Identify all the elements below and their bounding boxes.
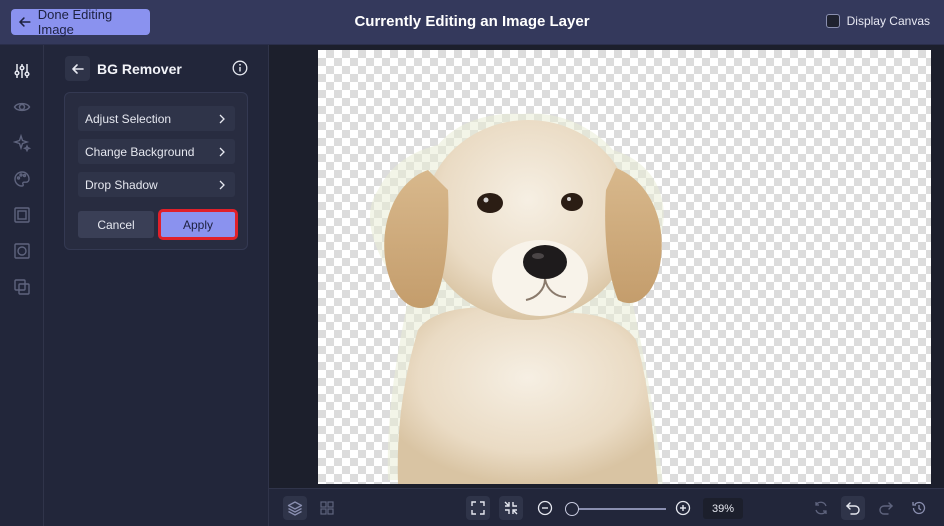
zoom-in-icon: [675, 500, 691, 516]
shrink-button[interactable]: [499, 496, 523, 520]
bg-remover-panel: BG Remover Adjust Selection Change Backg…: [44, 45, 269, 526]
panel-back-button[interactable]: [65, 56, 90, 81]
fit-screen-button[interactable]: [466, 496, 490, 520]
drop-shadow-item[interactable]: Drop Shadow: [78, 172, 235, 197]
bottom-toolbar: 39%: [269, 488, 944, 526]
canvas-workarea: [269, 45, 944, 488]
sparkles-icon[interactable]: [12, 133, 32, 153]
done-editing-button[interactable]: Done Editing Image: [11, 7, 150, 37]
frame-icon[interactable]: [12, 205, 32, 225]
chevron-right-icon: [219, 114, 225, 123]
cancel-button[interactable]: Cancel: [78, 211, 154, 238]
image-canvas[interactable]: [318, 50, 931, 484]
apply-button[interactable]: Apply: [158, 209, 238, 240]
chevron-right-icon: [219, 147, 225, 156]
history-icon: [912, 501, 926, 515]
eye-icon[interactable]: [12, 97, 32, 117]
expand-icon: [471, 501, 485, 515]
panel-title: BG Remover: [97, 61, 182, 77]
bg-remover-options: Adjust Selection Change Background Drop …: [64, 92, 248, 250]
display-canvas-toggle[interactable]: Display Canvas: [825, 14, 930, 28]
menu-item-label: Adjust Selection: [85, 111, 172, 126]
redo-icon: [879, 502, 893, 515]
display-canvas-checkbox[interactable]: [825, 14, 840, 28]
mask-icon[interactable]: [12, 241, 32, 261]
menu-item-label: Drop Shadow: [85, 177, 158, 192]
puppy-image[interactable]: [318, 50, 931, 484]
zoom-slider-thumb[interactable]: [565, 502, 579, 516]
grid-icon: [320, 501, 334, 515]
layers-overlap-icon[interactable]: [12, 277, 32, 297]
layers-button[interactable]: [283, 496, 307, 520]
zoom-out-icon: [537, 500, 553, 516]
adjust-selection-item[interactable]: Adjust Selection: [78, 106, 235, 131]
menu-item-label: Change Background: [85, 144, 195, 159]
shrink-icon: [504, 501, 518, 515]
zoom-slider-track[interactable]: [566, 508, 666, 510]
info-icon[interactable]: [232, 60, 248, 76]
arrow-left-icon: [71, 63, 84, 74]
history-button[interactable]: [907, 496, 931, 520]
palette-icon[interactable]: [12, 169, 32, 189]
top-bar: Done Editing Image Currently Editing an …: [0, 0, 944, 45]
chevron-right-icon: [219, 180, 225, 189]
refresh-icon: [815, 501, 827, 515]
arrow-left-icon: [19, 17, 31, 27]
sliders-icon[interactable]: [12, 61, 32, 81]
undo-button[interactable]: [841, 496, 865, 520]
change-background-item[interactable]: Change Background: [78, 139, 235, 164]
zoom-in-button[interactable]: [671, 496, 695, 520]
undo-icon: [846, 502, 860, 515]
zoom-out-button[interactable]: [533, 496, 557, 520]
display-canvas-label: Display Canvas: [846, 14, 930, 28]
zoom-level: 39%: [703, 498, 743, 519]
reset-button[interactable]: [809, 496, 833, 520]
tool-rail: [0, 45, 44, 526]
layers-icon: [287, 501, 303, 516]
grid-button[interactable]: [315, 496, 339, 520]
done-editing-label: Done Editing Image: [37, 7, 113, 37]
redo-button[interactable]: [874, 496, 898, 520]
